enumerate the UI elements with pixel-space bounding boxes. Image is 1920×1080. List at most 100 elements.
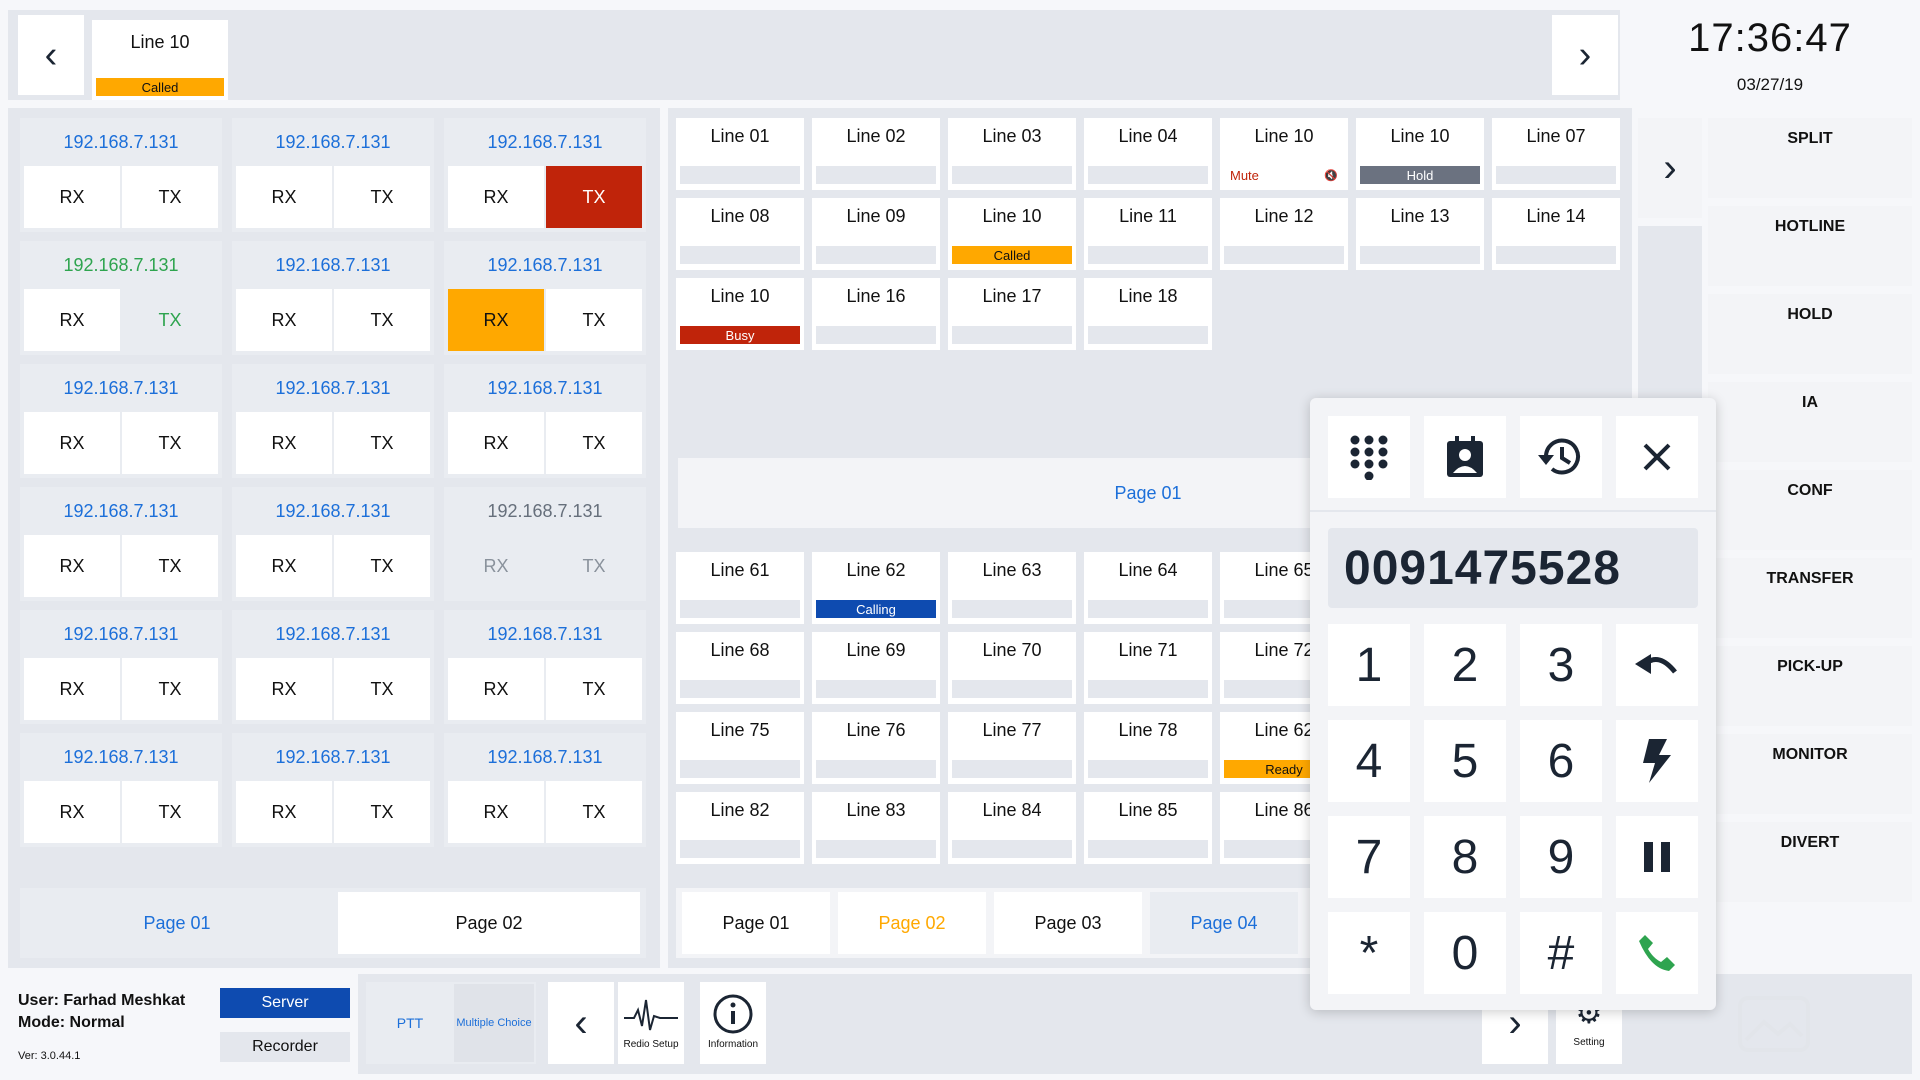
rx-button[interactable]: RX — [24, 166, 120, 228]
line-page-2-button[interactable]: Page 02 — [838, 892, 986, 954]
tx-button[interactable]: TX — [334, 658, 430, 720]
digit-key[interactable]: 8 — [1424, 816, 1506, 898]
tx-button[interactable]: TX — [546, 289, 642, 351]
line-tile[interactable]: Line 82 — [676, 792, 804, 864]
tx-button[interactable]: TX — [122, 289, 218, 351]
digit-key[interactable]: 6 — [1520, 720, 1602, 802]
line-tile[interactable]: Line 12 — [1220, 198, 1348, 270]
line-tile[interactable]: Line 76 — [812, 712, 940, 784]
tx-button[interactable]: TX — [334, 781, 430, 843]
contacts-tab-button[interactable] — [1424, 416, 1506, 498]
function-button-transfer[interactable]: TRANSFER — [1708, 558, 1912, 638]
tx-button[interactable]: TX — [122, 412, 218, 474]
line-tile[interactable]: Line 08 — [676, 198, 804, 270]
radio-page-1-button[interactable]: Page 01 — [26, 892, 328, 954]
line-tile[interactable]: Line 14 — [1492, 198, 1620, 270]
top-next-button[interactable]: › — [1552, 15, 1618, 95]
line-tile[interactable]: Line 11 — [1084, 198, 1212, 270]
line-tile[interactable]: Line 10 Mute 🔇 — [1220, 118, 1348, 190]
backspace-button[interactable] — [1616, 624, 1698, 706]
digit-key[interactable]: * — [1328, 912, 1410, 994]
digit-key[interactable]: 0 — [1424, 912, 1506, 994]
close-dialer-button[interactable] — [1616, 416, 1698, 498]
line-tile[interactable]: Line 68 — [676, 632, 804, 704]
dialpad-tab-button[interactable] — [1328, 416, 1410, 498]
rx-button[interactable]: RX — [236, 289, 332, 351]
tx-button[interactable]: TX — [122, 781, 218, 843]
line-tile[interactable]: Line 07 — [1492, 118, 1620, 190]
line-tile[interactable]: Line 69 — [812, 632, 940, 704]
line-tile[interactable]: Line 78 — [1084, 712, 1212, 784]
function-button-split[interactable]: SPLIT — [1708, 118, 1912, 198]
information-button[interactable]: Information — [700, 982, 766, 1064]
digit-key[interactable]: # — [1520, 912, 1602, 994]
call-button[interactable] — [1616, 912, 1698, 994]
digit-key[interactable]: 4 — [1328, 720, 1410, 802]
function-button-hotline[interactable]: HOTLINE — [1708, 206, 1912, 286]
tx-button[interactable]: TX — [546, 535, 642, 597]
rx-button[interactable]: RX — [236, 166, 332, 228]
function-button-ia[interactable]: IA — [1708, 382, 1912, 462]
rx-button[interactable]: RX — [448, 412, 544, 474]
tx-button[interactable]: TX — [546, 781, 642, 843]
pause-button[interactable] — [1616, 816, 1698, 898]
line-page-1-button[interactable]: Page 01 — [682, 892, 830, 954]
tx-button[interactable]: TX — [122, 535, 218, 597]
line-tile[interactable]: Line 64 — [1084, 552, 1212, 624]
digit-key[interactable]: 1 — [1328, 624, 1410, 706]
line-tile[interactable]: Line 09 — [812, 198, 940, 270]
line-tile[interactable]: Line 18 — [1084, 278, 1212, 350]
function-button-pickup[interactable]: PICK-UP — [1708, 646, 1912, 726]
multiple-choice-button[interactable]: Multiple Choice — [454, 984, 534, 1062]
line-tile[interactable]: Line 62 Calling — [812, 552, 940, 624]
rx-button[interactable]: RX — [448, 289, 544, 351]
function-button-conf[interactable]: CONF — [1708, 470, 1912, 550]
line-tile[interactable]: Line 85 — [1084, 792, 1212, 864]
rx-button[interactable]: RX — [24, 412, 120, 474]
history-tab-button[interactable] — [1520, 416, 1602, 498]
tx-button[interactable]: TX — [334, 289, 430, 351]
tx-button[interactable]: TX — [546, 166, 642, 228]
radio-page-2-button[interactable]: Page 02 — [338, 892, 640, 954]
rx-button[interactable]: RX — [236, 658, 332, 720]
line-tile[interactable]: Line 10 Called — [948, 198, 1076, 270]
lines-next-button[interactable]: › — [1638, 118, 1702, 218]
radio-setup-button[interactable]: Redio Setup — [618, 982, 684, 1064]
line-tile[interactable]: Line 10 Hold — [1356, 118, 1484, 190]
tx-button[interactable]: TX — [546, 412, 642, 474]
tx-button[interactable]: TX — [122, 658, 218, 720]
tx-button[interactable]: TX — [546, 658, 642, 720]
line-tile[interactable]: Line 63 — [948, 552, 1076, 624]
ptt-button[interactable]: PTT — [368, 984, 452, 1062]
line-tile[interactable]: Line 71 — [1084, 632, 1212, 704]
top-prev-button[interactable]: ‹ — [18, 15, 84, 95]
line-tile[interactable]: Line 02 — [812, 118, 940, 190]
rx-button[interactable]: RX — [24, 289, 120, 351]
digit-key[interactable]: 2 — [1424, 624, 1506, 706]
server-button[interactable]: Server — [220, 988, 350, 1018]
line-tile[interactable]: Line 17 — [948, 278, 1076, 350]
rx-button[interactable]: RX — [24, 535, 120, 597]
line-tile[interactable]: Line 75 — [676, 712, 804, 784]
rx-button[interactable]: RX — [448, 781, 544, 843]
rx-button[interactable]: RX — [448, 166, 544, 228]
function-button-monitor[interactable]: MONITOR — [1708, 734, 1912, 814]
line-tile[interactable]: Line 16 — [812, 278, 940, 350]
line-page-3-button[interactable]: Page 03 — [994, 892, 1142, 954]
line-page-4-button[interactable]: Page 04 — [1150, 892, 1298, 954]
tx-button[interactable]: TX — [122, 166, 218, 228]
line-tile[interactable]: Line 84 — [948, 792, 1076, 864]
function-button-hold[interactable]: HOLD — [1708, 294, 1912, 374]
line-tile[interactable]: Line 01 — [676, 118, 804, 190]
tx-button[interactable]: TX — [334, 412, 430, 474]
rx-button[interactable]: RX — [448, 535, 544, 597]
line-tile[interactable]: Line 70 — [948, 632, 1076, 704]
line-tile[interactable]: Line 03 — [948, 118, 1076, 190]
recorder-button[interactable]: Recorder — [220, 1032, 350, 1062]
rx-button[interactable]: RX — [236, 535, 332, 597]
tx-button[interactable]: TX — [334, 535, 430, 597]
rx-button[interactable]: RX — [236, 412, 332, 474]
bottom-prev-button[interactable]: ‹ — [548, 982, 614, 1064]
rx-button[interactable]: RX — [236, 781, 332, 843]
digit-key[interactable]: 3 — [1520, 624, 1602, 706]
